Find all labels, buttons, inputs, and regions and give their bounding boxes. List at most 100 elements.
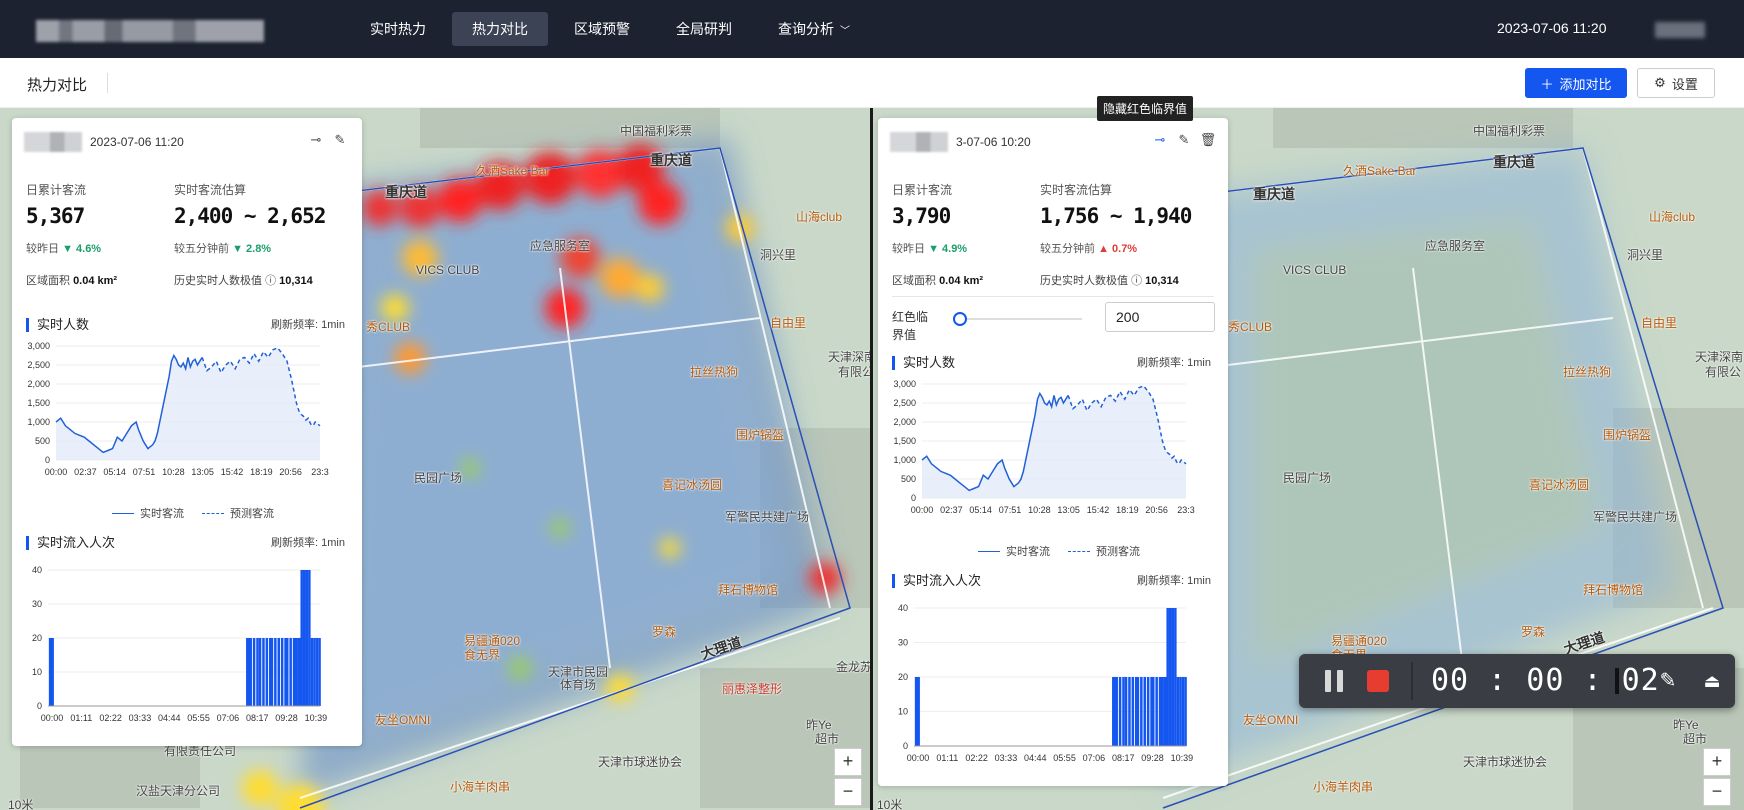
poi-label: 中国福利彩票 — [1473, 124, 1546, 138]
zoom-out-button[interactable]: − — [1703, 778, 1731, 806]
zoom-in-button[interactable]: + — [834, 748, 862, 776]
realtime-flow-value: 2,400 ~ 2,652 — [174, 204, 326, 228]
poi-label: 超市 — [815, 732, 840, 746]
bar — [294, 638, 297, 706]
x-tick-label: 15:42 — [1087, 505, 1110, 515]
delete-icon[interactable]: 🗑 — [1198, 132, 1218, 152]
bar — [303, 570, 306, 706]
legend-dash-swatch — [1068, 550, 1090, 552]
bar — [1143, 677, 1146, 746]
y-tick-label: 0 — [45, 455, 50, 465]
bar — [256, 638, 259, 706]
x-tick-label: 01:11 — [936, 753, 958, 763]
poi-label: 秀CLUB — [1228, 320, 1273, 334]
y-tick-label: 20 — [32, 633, 42, 643]
tooltip: 隐藏红色临界值 — [1097, 96, 1194, 121]
threshold-slider[interactable] — [960, 318, 1082, 320]
bar — [1181, 677, 1185, 746]
page-title: 热力对比 — [27, 77, 88, 94]
add-compare-button[interactable]: ＋ 添加对比 — [1525, 68, 1627, 98]
poi-label: 有限公 — [1705, 365, 1742, 379]
settings-button[interactable]: ⚙ 设置 — [1637, 68, 1715, 98]
legend-actual-label: 实时客流 — [140, 508, 184, 520]
x-tick-label: 03:33 — [995, 753, 1018, 763]
pause-icon[interactable] — [1323, 670, 1345, 692]
pen-icon[interactable]: ✎ — [1655, 668, 1681, 694]
edit-icon[interactable]: ✎ — [1174, 132, 1194, 152]
edit-icon[interactable]: ✎ — [330, 132, 350, 152]
compare-yesterday: 较昨日 ▼ 4.9% — [892, 240, 967, 256]
x-tick-label: 08:17 — [246, 713, 269, 723]
x-tick-label: 09:28 — [1141, 753, 1164, 763]
bar — [1122, 677, 1125, 746]
bar — [277, 638, 280, 706]
nav-item-global[interactable]: 全局研判 — [656, 12, 752, 46]
screen-recorder: 00 : 00 : 02 ✎ ⏏ — [1299, 654, 1735, 708]
bar — [265, 638, 269, 706]
divider — [1615, 668, 1619, 694]
bar — [258, 638, 262, 706]
stop-icon[interactable] — [1367, 670, 1389, 692]
camera-icon[interactable]: ⏏ — [1699, 668, 1725, 694]
bar — [1140, 677, 1143, 746]
poi-label: 体育场 — [560, 678, 597, 692]
poi-label: 自由里 — [770, 316, 807, 330]
legend-pred-label: 预测客流 — [1096, 546, 1140, 558]
toggle-threshold-icon[interactable]: ⊸ — [306, 132, 326, 152]
nav-item-query[interactable]: 查询分析 ﹀ — [758, 12, 870, 46]
toggle-threshold-icon[interactable]: ⊸ — [1150, 132, 1170, 152]
refresh-rate: 刷新频率: 1min — [271, 319, 345, 331]
road-label: 重庆道 — [650, 152, 692, 168]
section-title-inflow: 实时流入人次 — [892, 574, 981, 588]
compare-yesterday: 较昨日 ▼ 4.6% — [26, 240, 101, 256]
chevron-down-icon: ﹀ — [840, 26, 850, 37]
threshold-slider-handle[interactable] — [953, 312, 967, 326]
x-tick-label: 00:00 — [45, 467, 68, 477]
y-tick-label: 2,000 — [893, 417, 916, 427]
legend-pred: 预测客流 — [202, 505, 274, 521]
threshold-input[interactable] — [1105, 302, 1215, 332]
nav-item-compare[interactable]: 热力对比 — [452, 12, 548, 46]
compare-5min: 较五分钟前 ▲ 0.7% — [1040, 240, 1137, 256]
panel-date: 3-07-06 10:20 — [956, 135, 1031, 149]
poi-label: 民园广场 — [1283, 471, 1332, 485]
nav-menu: 实时热力 热力对比 区域预警 全局研判 查询分析 ﹀ — [350, 12, 870, 46]
bar — [1174, 608, 1177, 746]
divider — [1411, 662, 1413, 700]
poi-label: 小海羊肉串 — [1313, 780, 1374, 794]
x-tick-label: 15:42 — [221, 467, 244, 477]
poi-label: 洞兴里 — [760, 248, 797, 262]
x-tick-label: 02:22 — [99, 713, 122, 723]
user-menu[interactable] — [1655, 22, 1705, 38]
bar — [1166, 608, 1169, 746]
scale-label: 10米 — [877, 798, 903, 810]
history-peak-label: 历史实时人数极值 — [174, 275, 262, 287]
nav-item-region-alert[interactable]: 区域预警 — [554, 12, 650, 46]
info-icon[interactable]: ⓘ — [1131, 275, 1142, 287]
nav-item-query-label: 查询分析 — [778, 21, 834, 37]
bar — [1136, 677, 1140, 746]
bar — [289, 638, 292, 706]
x-tick-label: 10:39 — [1171, 753, 1194, 763]
poi-label: 超市 — [1683, 732, 1708, 746]
zoom-in-button[interactable]: + — [1703, 748, 1731, 776]
bar — [305, 570, 309, 706]
poi-label: 山海club — [1649, 210, 1696, 224]
bar — [262, 638, 265, 706]
x-tick-label: 00:00 — [911, 505, 934, 515]
bar — [300, 570, 303, 706]
x-tick-label: 07:06 — [1083, 753, 1106, 763]
poi-label: 自由里 — [1641, 316, 1678, 330]
y-tick-label: 1,000 — [893, 455, 916, 465]
x-tick-label: 20:56 — [1145, 505, 1168, 515]
y-tick-label: 10 — [898, 707, 908, 717]
info-icon[interactable]: ⓘ — [265, 275, 276, 287]
bar — [280, 638, 284, 706]
nav-item-realtime[interactable]: 实时热力 — [350, 12, 446, 46]
poi-label: 围炉锅盔 — [1603, 428, 1652, 442]
zoom-out-button[interactable]: − — [834, 778, 862, 806]
section-title-realtime: 实时人数 — [892, 356, 955, 370]
y-tick-label: 3,000 — [27, 341, 50, 351]
history-peak-value: 10,314 — [279, 275, 313, 287]
compare-5min-label: 较五分钟前 — [174, 243, 229, 255]
